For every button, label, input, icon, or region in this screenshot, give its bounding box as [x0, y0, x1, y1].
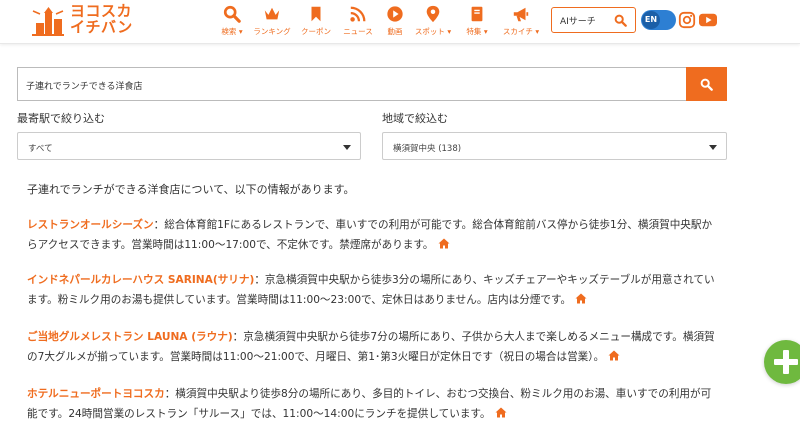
ai-search-label: AIサーチ: [560, 17, 596, 27]
chevron-down-icon: ▾: [238, 27, 243, 36]
chevron-down-icon: ▾: [447, 27, 452, 36]
home-icon[interactable]: [438, 238, 450, 249]
crown-icon: [264, 7, 280, 20]
station-select-value: すべて: [28, 144, 53, 154]
language-label: EN: [642, 11, 660, 29]
logo-line-2: イチバン: [70, 18, 133, 36]
rss-icon: [350, 6, 366, 22]
search-button[interactable]: [686, 67, 727, 101]
instagram-icon[interactable]: [678, 11, 696, 29]
lighthouse-logo-icon: [32, 7, 64, 36]
logo-line-1: ヨコスカ: [70, 2, 133, 20]
area-select[interactable]: 横須賀中央 (138): [382, 132, 727, 160]
search-input[interactable]: 子連れでランチできる洋食店: [17, 67, 686, 101]
nav-label: クーポン: [301, 27, 331, 36]
result-name-link[interactable]: ホテルニューポートヨコスカ: [27, 388, 165, 400]
station-filter-label: 最寄駅で絞り込む: [17, 112, 105, 125]
bookmark-icon: [311, 6, 321, 22]
chevron-down-icon: ▾: [535, 27, 540, 36]
book-icon: [471, 6, 483, 22]
nav-label: 検索: [221, 27, 237, 36]
result-name-link[interactable]: レストランオールシーズン: [27, 219, 154, 231]
answer-intro: 子連れでランチができる洋食店について、以下の情報があります。: [27, 183, 355, 196]
result-item: ご当地グルメレストラン LAUNA (ラウナ)：京急横須賀中央駅から徒歩7分の場…: [27, 327, 717, 367]
home-icon[interactable]: [575, 293, 587, 304]
caret-down-icon: [343, 145, 351, 150]
nav-label: ランキング: [253, 27, 291, 36]
area-filter-label: 地域で絞込む: [382, 112, 448, 125]
area-select-value: 横須賀中央 (138): [393, 144, 462, 154]
language-toggle[interactable]: EN: [641, 10, 676, 30]
nav-item-coupon[interactable]: クーポン: [292, 3, 340, 37]
result-item: ホテルニューポートヨコスカ：横須賀中央駅より徒歩8分の場所にあり、多目的トイレ、…: [27, 384, 717, 424]
nav-label: スポット: [414, 27, 445, 36]
station-select[interactable]: すべて: [17, 132, 361, 160]
nav-label: スカイチ: [502, 27, 533, 36]
megaphone-icon: [513, 7, 529, 22]
nav-label: 特集: [466, 27, 482, 36]
ai-search-button[interactable]: AIサーチ: [551, 7, 636, 33]
nav-item-spot[interactable]: スポット ▾: [409, 3, 457, 37]
nav-item-ranking[interactable]: ランキング: [248, 3, 296, 37]
home-icon[interactable]: [608, 350, 620, 361]
search-icon: [223, 5, 241, 23]
result-name-link[interactable]: インドネパールカレーハウス SARINA(サリナ): [27, 274, 254, 286]
result-name-link[interactable]: ご当地グルメレストラン LAUNA (ラウナ): [27, 331, 233, 343]
nav-item-feature[interactable]: 特集 ▾: [453, 3, 501, 37]
chevron-down-icon: ▾: [483, 27, 488, 36]
result-item: レストランオールシーズン：総合体育館1Fにあるレストランで、車いすでの利用が可能…: [27, 215, 717, 255]
result-item: インドネパールカレーハウス SARINA(サリナ)：京急横須賀中央駅から徒歩3分…: [27, 270, 717, 310]
site-logo[interactable]: ヨコスカ イチバン: [30, 3, 142, 39]
site-header: ヨコスカ イチバン 検索 ▾ ランキング クーポン ニュース 動画 スポット ▾: [0, 0, 800, 44]
search-icon: [614, 14, 627, 27]
map-pin-icon: [426, 5, 440, 23]
nav-item-sukaichi[interactable]: スカイチ ▾: [497, 3, 545, 37]
caret-down-icon: [709, 145, 717, 150]
add-button[interactable]: [764, 340, 800, 384]
search-icon: [700, 78, 713, 91]
youtube-icon[interactable]: [698, 11, 718, 29]
play-icon: [387, 6, 403, 22]
